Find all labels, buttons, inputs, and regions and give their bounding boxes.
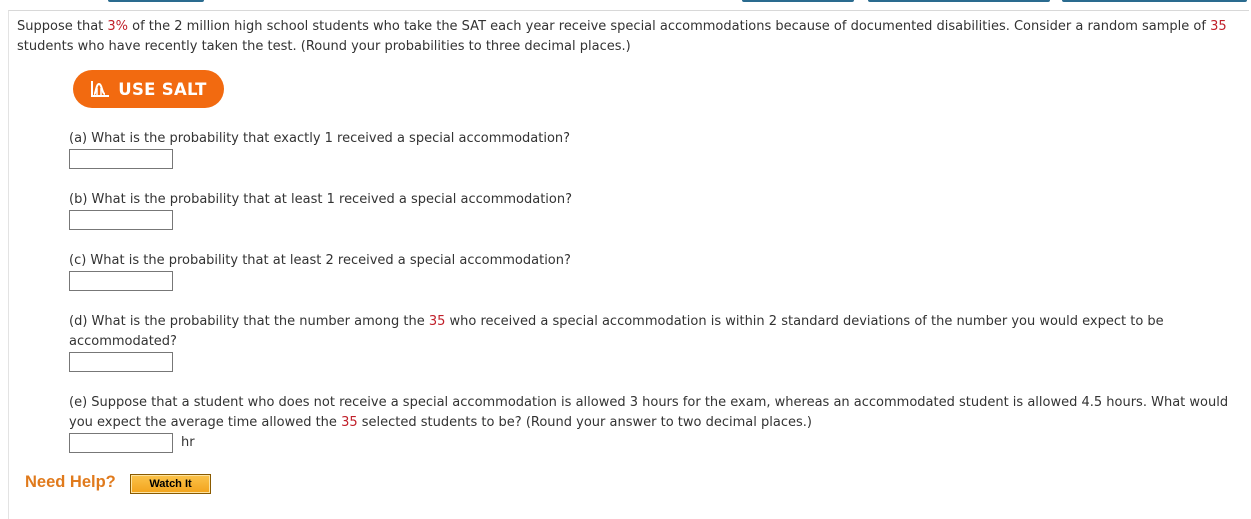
answer-e-unit: hr xyxy=(181,435,195,450)
intro-percent: 3% xyxy=(107,19,129,34)
answer-d-input[interactable] xyxy=(69,352,173,372)
need-help-label: Need Help? xyxy=(25,473,116,491)
answer-c-input[interactable] xyxy=(69,271,173,291)
question-b: (b) What is the probability that at leas… xyxy=(69,192,573,207)
watch-it-button[interactable]: Watch It xyxy=(130,474,211,494)
top-tab-2[interactable] xyxy=(742,0,854,2)
use-salt-button[interactable]: USE SALT xyxy=(73,70,224,108)
salt-chart-icon xyxy=(91,81,110,97)
intro-text-2: of the 2 million high school students wh… xyxy=(128,19,1211,34)
intro-sample-size: 35 xyxy=(1210,19,1227,34)
question-d-sample-size: 35 xyxy=(428,314,446,329)
question-e-sample-size: 35 xyxy=(341,415,358,430)
question-a: (a) What is the probability that exactly… xyxy=(69,131,571,146)
question-d-text-1: (d) What is the probability that the num… xyxy=(69,314,429,329)
problem-statement: Suppose that 3% of the 2 million high sc… xyxy=(17,17,1242,57)
question-e: (e) Suppose that a student who does not … xyxy=(69,393,1239,433)
question-c: (c) What is the probability that at leas… xyxy=(69,253,571,268)
question-e-text-2: selected students to be? (Round your ans… xyxy=(357,415,812,430)
answer-e-input[interactable] xyxy=(69,433,173,453)
answer-b-input[interactable] xyxy=(69,210,173,230)
intro-text-1: Suppose that xyxy=(17,19,108,34)
question-d: (d) What is the probability that the num… xyxy=(69,312,1179,352)
top-tab-1[interactable] xyxy=(108,0,204,2)
top-tab-strip xyxy=(0,0,1251,3)
intro-text-3: students who have recently taken the tes… xyxy=(17,39,631,54)
use-salt-label: USE SALT xyxy=(118,79,207,99)
answer-a-input[interactable] xyxy=(69,149,173,169)
top-tab-4[interactable] xyxy=(1062,0,1247,2)
top-tab-3[interactable] xyxy=(868,0,1050,2)
